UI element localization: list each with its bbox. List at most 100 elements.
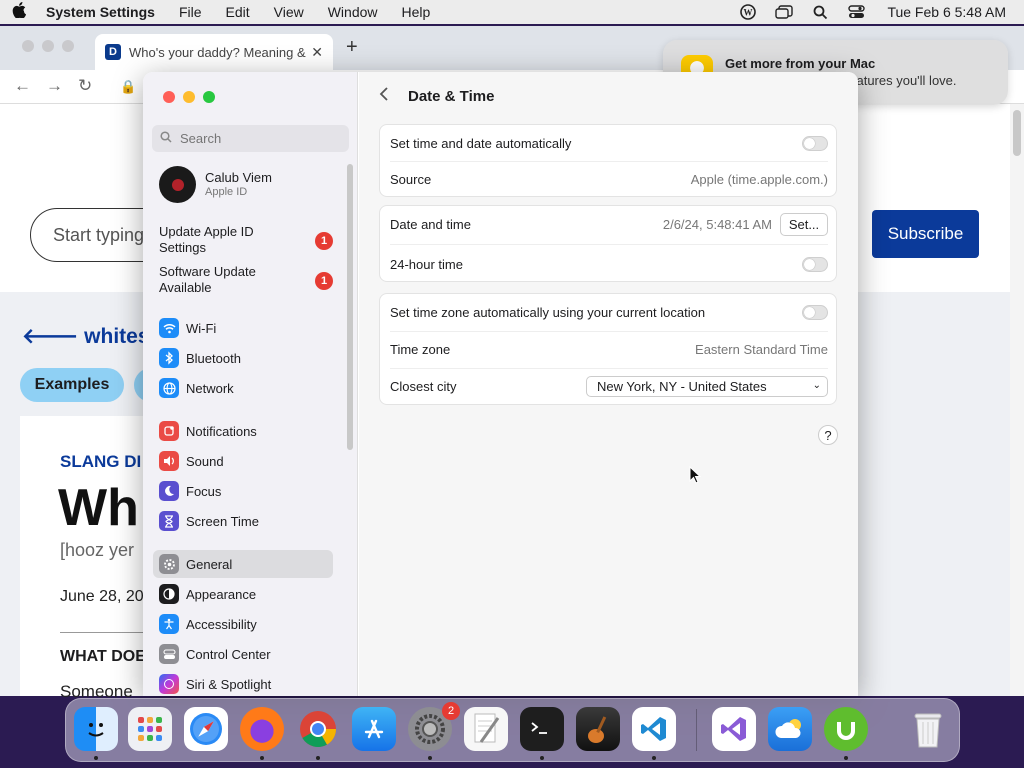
safari-icon[interactable] bbox=[184, 707, 228, 751]
date-time-label: Date and time bbox=[390, 217, 471, 232]
bluetooth-icon bbox=[159, 348, 179, 368]
content-header: Date & Time bbox=[359, 72, 858, 122]
set-date-time-button[interactable]: Set... bbox=[780, 213, 828, 236]
sidebar-item-focus[interactable]: Focus bbox=[153, 477, 333, 505]
avatar bbox=[159, 166, 196, 203]
hour24-toggle[interactable] bbox=[802, 257, 828, 272]
sidebar-item-screen-time[interactable]: Screen Time bbox=[153, 507, 333, 535]
vscode-icon[interactable] bbox=[632, 707, 676, 751]
sidebar-search-input[interactable] bbox=[178, 130, 338, 147]
article-date: June 28, 201 bbox=[60, 588, 153, 605]
sidebar-item-label: Accessibility bbox=[186, 616, 257, 632]
apple-id-account[interactable]: Calub Viem Apple ID bbox=[159, 166, 349, 206]
hour24-label: 24-hour time bbox=[390, 257, 463, 272]
spotlight-search-icon[interactable] bbox=[811, 4, 829, 20]
tz-auto-label: Set time zone automatically using your c… bbox=[390, 305, 706, 320]
tz-auto-row: Set time zone automatically using your c… bbox=[380, 294, 838, 331]
sidebar-item-appearance[interactable]: Appearance bbox=[153, 580, 333, 608]
sidebar-item-network[interactable]: Network bbox=[153, 374, 333, 402]
sidebar-item-notifications[interactable]: Notifications bbox=[153, 417, 333, 445]
closest-city-select[interactable]: New York, NY - United States ⌄ bbox=[586, 376, 828, 397]
menu-edit[interactable]: Edit bbox=[226, 4, 250, 20]
window-close-button[interactable] bbox=[163, 91, 175, 103]
sidebar-item-sound[interactable]: Sound bbox=[153, 447, 333, 475]
window-zoom-button[interactable] bbox=[203, 91, 215, 103]
sidebar-item-wifi[interactable]: Wi-Fi bbox=[153, 314, 333, 342]
reload-icon[interactable]: ↻ bbox=[78, 76, 92, 96]
back-chevron-icon[interactable] bbox=[379, 86, 389, 107]
browser-zoom-button[interactable] bbox=[62, 40, 74, 52]
finder-icon[interactable] bbox=[74, 707, 118, 751]
date-time-group: Date and time 2/6/24, 5:48:41 AM Set... … bbox=[379, 205, 837, 282]
sidebar-item-label: Focus bbox=[186, 483, 222, 499]
globe-icon bbox=[159, 378, 179, 398]
alert-label: Software Update Available bbox=[159, 264, 256, 295]
tz-auto-toggle[interactable] bbox=[802, 305, 828, 320]
sidebar-item-label: Control Center bbox=[186, 646, 271, 662]
running-indicator bbox=[652, 756, 656, 760]
siri-icon bbox=[159, 674, 179, 694]
window-minimize-button[interactable] bbox=[183, 91, 195, 103]
page-title: Date & Time bbox=[408, 88, 495, 105]
page-scrollbar-thumb[interactable] bbox=[1013, 110, 1021, 156]
menu-window[interactable]: Window bbox=[328, 4, 378, 20]
textedit-icon[interactable] bbox=[464, 707, 508, 751]
control-center-icon[interactable] bbox=[847, 4, 865, 20]
tab-title: Who's your daddy? Meaning & bbox=[129, 44, 306, 60]
sidebar-search-field[interactable] bbox=[152, 125, 349, 152]
auto-time-toggle[interactable] bbox=[802, 136, 828, 151]
menu-file[interactable]: File bbox=[179, 4, 202, 20]
sidebar-item-siri-spotlight[interactable]: Siri & Spotlight bbox=[153, 670, 333, 696]
alert-software-update[interactable]: Software Update Available 1 bbox=[159, 264, 339, 298]
sidebar-item-bluetooth[interactable]: Bluetooth bbox=[153, 344, 333, 372]
date-time-row: Date and time 2/6/24, 5:48:41 AM Set... bbox=[380, 206, 838, 243]
running-indicator bbox=[540, 756, 544, 760]
sidebar-item-label: Siri & Spotlight bbox=[186, 676, 272, 692]
auto-time-label: Set time and date automatically bbox=[390, 136, 572, 151]
sidebar-item-general[interactable]: General bbox=[153, 550, 333, 578]
page-scrollbar[interactable] bbox=[1010, 104, 1024, 696]
firefox-icon[interactable] bbox=[240, 707, 284, 751]
window-switcher-icon[interactable] bbox=[775, 4, 794, 20]
account-name: Calub Viem bbox=[205, 170, 272, 185]
subscribe-button[interactable]: Subscribe bbox=[872, 210, 979, 258]
running-indicator bbox=[260, 756, 264, 760]
examples-chip[interactable]: Examples bbox=[20, 368, 124, 402]
visual-studio-icon[interactable] bbox=[712, 707, 756, 751]
menu-help[interactable]: Help bbox=[402, 4, 431, 20]
browser-close-button[interactable] bbox=[22, 40, 34, 52]
back-arrow-icon[interactable]: ← bbox=[14, 76, 31, 96]
tz-value: Eastern Standard Time bbox=[695, 342, 828, 357]
system-settings-window: Calub Viem Apple ID Update Apple ID Sett… bbox=[143, 72, 858, 696]
date-time-value: 2/6/24, 5:48:41 AM bbox=[662, 217, 772, 232]
garageband-icon[interactable] bbox=[576, 707, 620, 751]
wordpress-icon[interactable]: W bbox=[739, 4, 757, 20]
alert-update-apple-id[interactable]: Update Apple ID Settings 1 bbox=[159, 224, 339, 258]
menu-app-name[interactable]: System Settings bbox=[46, 4, 155, 20]
menu-clock[interactable]: Tue Feb 6 5:48 AM bbox=[887, 4, 1006, 20]
speaker-icon bbox=[159, 451, 179, 471]
browser-minimize-button[interactable] bbox=[42, 40, 54, 52]
trash-icon[interactable] bbox=[906, 707, 950, 751]
new-tab-button[interactable]: + bbox=[346, 36, 358, 59]
closest-city-row: Closest city New York, NY - United State… bbox=[380, 368, 838, 405]
menu-view[interactable]: View bbox=[274, 4, 304, 20]
forward-arrow-icon[interactable]: → bbox=[46, 76, 63, 96]
app-store-icon[interactable] bbox=[352, 707, 396, 751]
sidebar-item-label: Sound bbox=[186, 453, 224, 469]
sidebar-scrollbar[interactable] bbox=[347, 164, 353, 450]
launchpad-icon[interactable] bbox=[128, 707, 172, 751]
help-button[interactable]: ? bbox=[818, 425, 838, 445]
chrome-icon[interactable] bbox=[296, 707, 340, 751]
terminal-icon[interactable] bbox=[520, 707, 564, 751]
utorrent-icon[interactable] bbox=[824, 707, 868, 751]
browser-tab[interactable]: D Who's your daddy? Meaning & ✕ bbox=[95, 34, 333, 70]
tab-close-icon[interactable]: ✕ bbox=[311, 44, 323, 61]
sidebar-item-label: Wi-Fi bbox=[186, 320, 217, 336]
weather-icon[interactable] bbox=[768, 707, 812, 751]
apple-menu-icon[interactable] bbox=[12, 1, 32, 23]
sidebar-item-label: General bbox=[186, 556, 233, 572]
source-value: Apple (time.apple.com.) bbox=[690, 172, 828, 187]
sidebar-item-accessibility[interactable]: Accessibility bbox=[153, 610, 333, 638]
sidebar-item-control-center[interactable]: Control Center bbox=[153, 640, 333, 668]
